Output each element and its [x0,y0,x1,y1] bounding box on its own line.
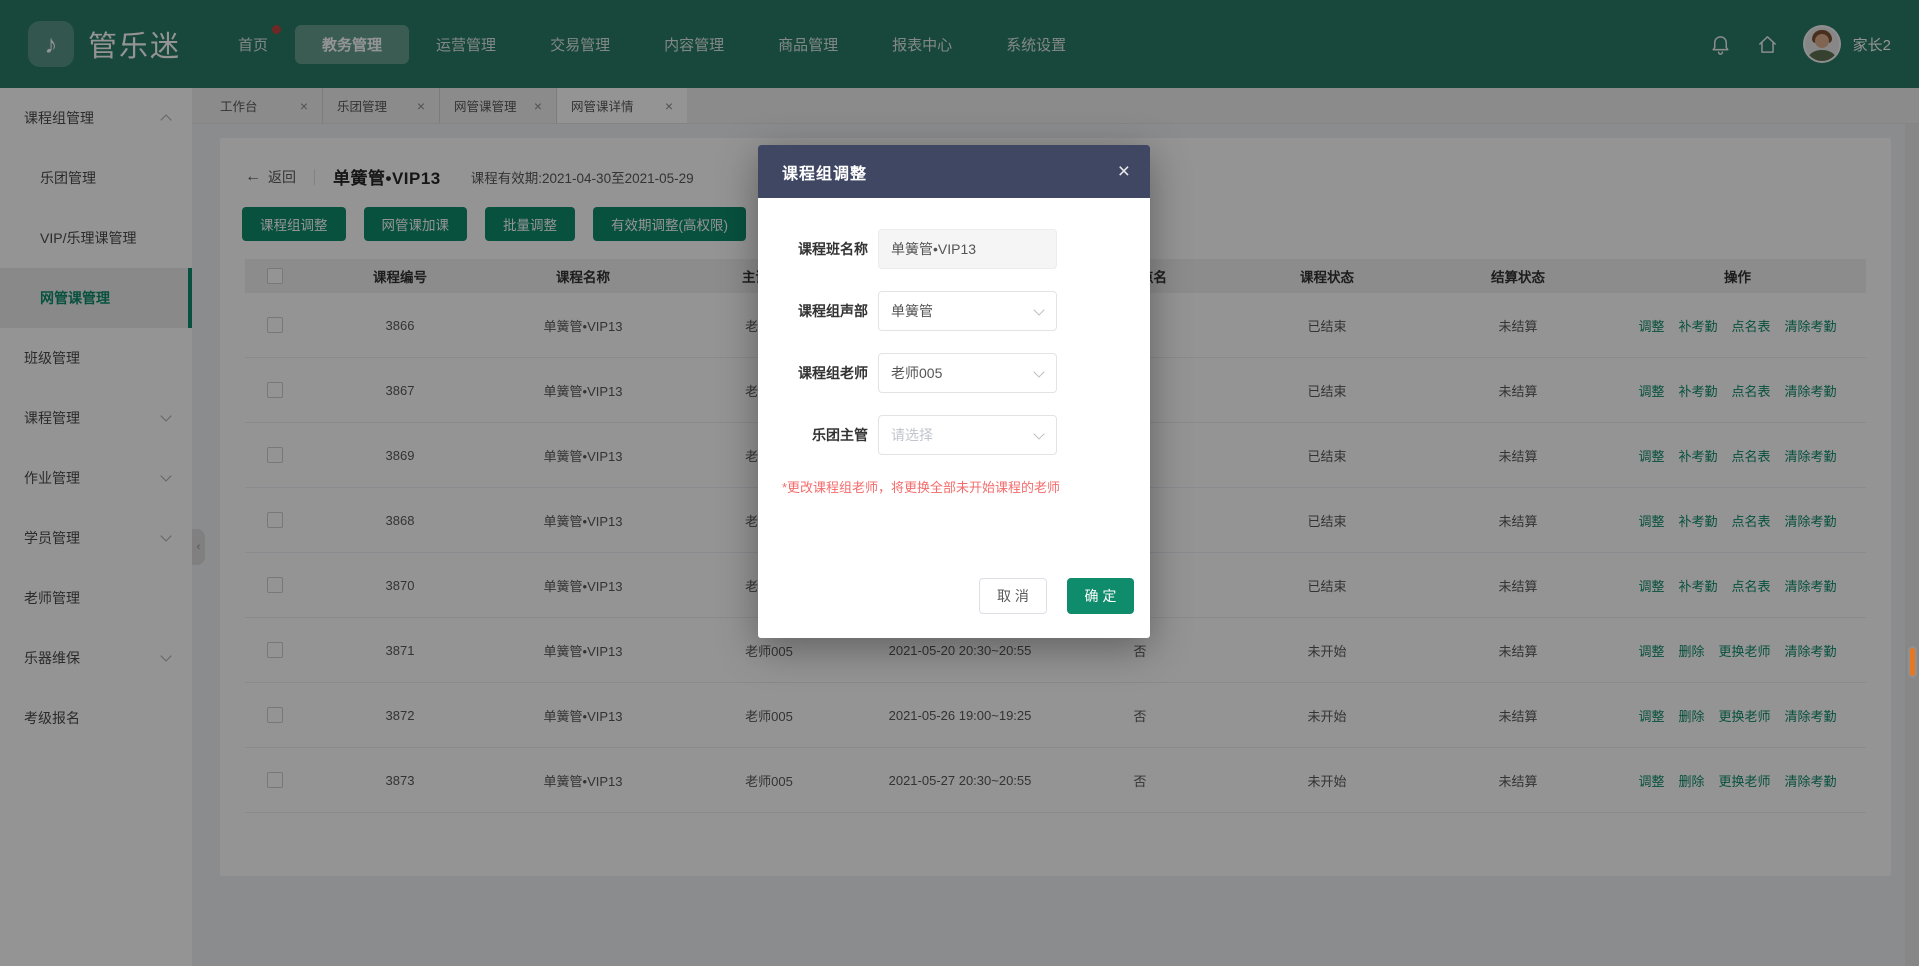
select-课程组声部[interactable]: 单簧管 [878,291,1057,331]
modal-header: 课程组调整 × [758,145,1150,198]
modal-title: 课程组调整 [782,160,867,184]
modal-field-乐团主管: 乐团主管 请选择 [782,415,1126,455]
modal-field-课程组老师: 课程组老师 老师005 [782,353,1126,393]
input-value: 单簧管•VIP13 [891,239,976,259]
scrollbar-thumb[interactable] [1908,646,1917,678]
input-课程班名称: 单簧管•VIP13 [878,229,1057,269]
cancel-button[interactable]: 取 消 [979,578,1047,614]
close-icon[interactable]: × [1118,161,1130,182]
modal-body: 课程班名称 单簧管•VIP13 课程组声部 单簧管课程组老师 老师005 乐团主管 请选择 [758,198,1150,455]
field-label: 课程组老师 [782,363,868,383]
field-label: 课程班名称 [782,239,868,259]
select-value: 单簧管 [891,301,933,321]
course-group-adjust-modal: 课程组调整 × 课程班名称 单簧管•VIP13 课程组声部 单簧管课程组老师 老师005… [758,145,1150,638]
select-value: 请选择 [891,425,933,445]
modal-footer: 取 消 确 定 [979,578,1134,614]
field-label: 乐团主管 [782,425,868,445]
select-乐团主管[interactable]: 请选择 [878,415,1057,455]
chevron-down-icon [1033,304,1044,315]
select-课程组老师[interactable]: 老师005 [878,353,1057,393]
confirm-button[interactable]: 确 定 [1067,578,1134,614]
select-value: 老师005 [891,363,942,383]
modal-warning-text: *更改课程组老师，将更换全部未开始课程的老师 [758,477,1150,496]
modal-field-课程班名称: 课程班名称 单簧管•VIP13 [782,229,1126,269]
chevron-down-icon [1033,428,1044,439]
chevron-down-icon [1033,366,1044,377]
modal-field-课程组声部: 课程组声部 单簧管 [782,291,1126,331]
field-label: 课程组声部 [782,301,868,321]
